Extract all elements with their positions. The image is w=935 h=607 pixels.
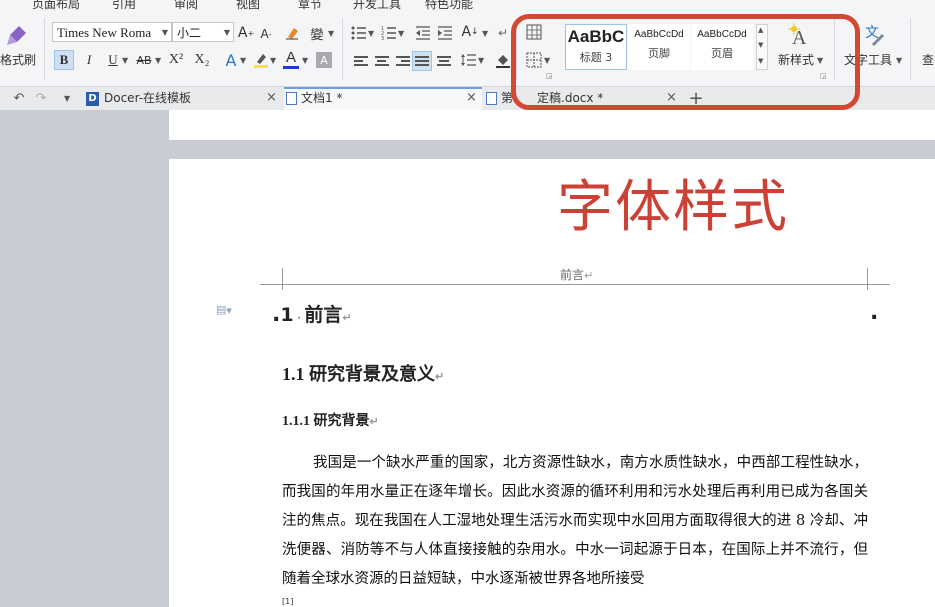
tab-label: Docer-在线模板 <box>104 91 192 105</box>
tab-docer[interactable]: D Docer-在线模板 × <box>86 87 280 110</box>
highlight-icon[interactable] <box>252 50 270 70</box>
sort-text-icon[interactable]: A ↓ <box>460 22 480 42</box>
close-icon[interactable]: × <box>466 88 477 107</box>
clear-format-icon[interactable] <box>283 24 301 42</box>
font-size-value: 小二 <box>177 26 202 40</box>
font-name-value: Times New Roma <box>57 25 152 40</box>
font-name-select[interactable]: Times New Roma ▼ <box>52 22 172 42</box>
shrink-font-icon[interactable]: A- <box>258 26 274 42</box>
chevron-down-icon: ▼ <box>482 29 489 38</box>
justify-button[interactable] <box>412 51 432 71</box>
heading3: 1.1.1 研究背景↵ <box>282 414 379 429</box>
menu-review[interactable]: 审阅 <box>174 0 198 12</box>
menu-references[interactable]: 引用 <box>112 0 136 12</box>
body-paragraph[interactable]: 我国是一个缺水严重的国家，北方资源性缺水，南方水质性缺水，中西部工程性缺水，而我… <box>282 449 868 594</box>
character-border-icon[interactable]: A <box>316 52 332 68</box>
chevron-down-icon: ▼ <box>161 28 168 37</box>
underline-button[interactable]: U <box>104 50 122 70</box>
subscript-button[interactable]: X₂ <box>191 50 213 70</box>
chevron-down-icon: ▼ <box>328 29 335 38</box>
text-effect-icon[interactable]: A <box>222 50 240 70</box>
font-color-button[interactable]: A <box>282 48 300 66</box>
overlay-title: 字体样式 <box>557 175 789 240</box>
chevron-down-icon: ▼ <box>155 56 162 65</box>
menu-developer[interactable]: 开发工具 <box>353 0 401 12</box>
align-right-icon[interactable] <box>396 56 410 68</box>
heading-marker: . <box>870 300 879 325</box>
bold-button[interactable]: B <box>54 50 74 70</box>
previous-page-bottom <box>169 110 935 140</box>
text-tools-icon[interactable]: 文 <box>862 22 888 48</box>
tab-document1[interactable]: 文档1 * × <box>284 87 482 110</box>
chevron-down-icon: ▼ <box>896 56 903 65</box>
bullet-list-icon[interactable] <box>350 24 368 42</box>
svg-text:3: 3 <box>381 36 384 40</box>
chevron-down-icon: ▼ <box>240 56 247 65</box>
format-painter-label[interactable]: 格式刷 <box>0 52 36 68</box>
heading1: .1 · 前言↵ <box>272 302 352 327</box>
font-color-bar <box>283 66 299 69</box>
pinyin-guide-icon[interactable]: 變 <box>308 24 326 43</box>
shading-icon[interactable] <box>494 50 512 70</box>
strikethrough-button[interactable]: AB <box>133 50 155 70</box>
highlight-annotation <box>511 14 860 110</box>
align-left-icon[interactable] <box>354 56 368 68</box>
line-spacing-icon[interactable] <box>460 51 478 69</box>
document-icon <box>486 92 497 105</box>
grow-font-icon[interactable]: A + <box>238 24 254 42</box>
chevron-down-icon: ▼ <box>302 56 309 65</box>
font-size-select[interactable]: 小二 ▼ <box>172 22 234 42</box>
svg-text:文: 文 <box>865 25 879 41</box>
menu-view[interactable]: 视图 <box>236 0 260 12</box>
page-header-text: 前言↵ <box>560 268 594 282</box>
find-label[interactable]: 查 <box>922 52 934 68</box>
numbered-list-icon[interactable]: 123 <box>380 24 398 42</box>
close-icon[interactable]: × <box>266 87 277 109</box>
chevron-down-icon: ▼ <box>270 56 277 65</box>
chevron-down-icon: ▼ <box>223 28 230 37</box>
format-painter-icon[interactable] <box>4 22 30 48</box>
menu-bar: 页面布局 引用 审阅 视图 章节 开发工具 特色功能 <box>0 0 935 14</box>
tab-label: 文档1 * <box>301 91 343 105</box>
paragraph-handle-icon[interactable]: ▤▼ <box>216 303 232 316</box>
justify-icon <box>415 56 429 68</box>
footnote-ref: [1] <box>282 597 294 606</box>
increase-indent-icon[interactable] <box>436 24 454 42</box>
menu-page-layout[interactable]: 页面布局 <box>32 0 80 12</box>
show-marks-icon[interactable]: ↵ <box>496 24 510 42</box>
decrease-indent-icon[interactable] <box>414 24 432 42</box>
menu-section[interactable]: 章节 <box>298 0 322 12</box>
italic-button[interactable]: I <box>80 50 98 70</box>
docer-icon: D <box>86 91 99 106</box>
chevron-down-icon[interactable]: ▼ <box>64 94 70 103</box>
chevron-down-icon: ▼ <box>122 56 129 65</box>
chevron-down-icon: ▼ <box>478 56 485 65</box>
menu-special-features[interactable]: 特色功能 <box>425 0 473 12</box>
document-icon <box>286 92 297 105</box>
heading2: 1.1 研究背景及意义↵ <box>282 364 445 384</box>
chevron-down-icon: ▼ <box>398 29 405 38</box>
align-center-icon[interactable] <box>375 56 389 68</box>
redo-icon[interactable]: ↷ <box>34 90 48 106</box>
chevron-down-icon: ▼ <box>368 29 375 38</box>
undo-icon[interactable]: ↶ <box>12 90 26 106</box>
superscript-button[interactable]: X² <box>165 50 187 70</box>
distribute-icon[interactable] <box>437 56 451 68</box>
